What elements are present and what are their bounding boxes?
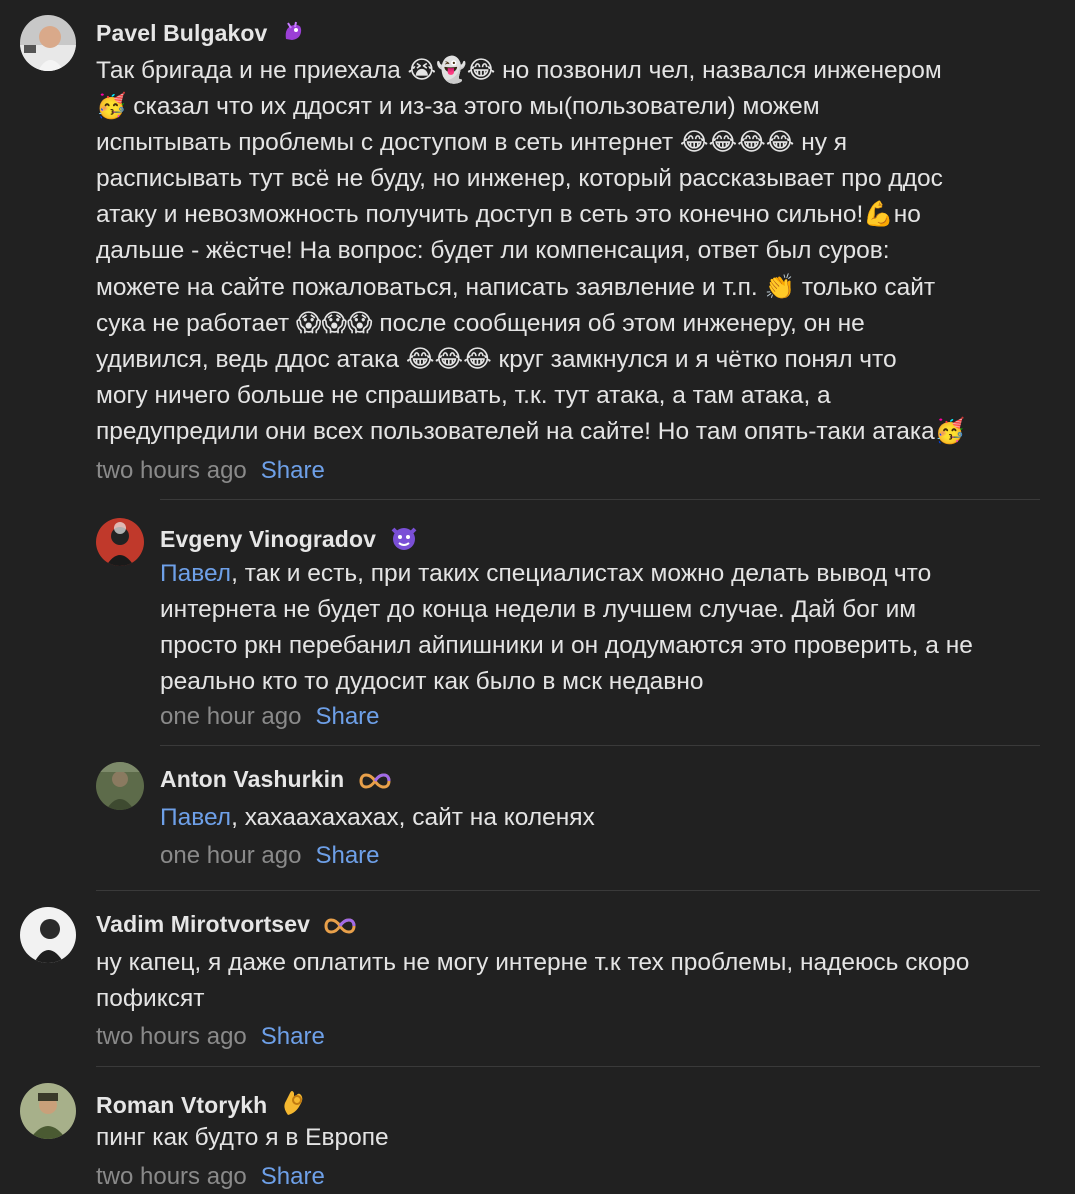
author-name[interactable]: Vadim Mirotvortsev xyxy=(96,911,358,942)
divider xyxy=(160,499,1040,500)
comment-meta: one hour ago Share xyxy=(160,842,380,870)
mention-link[interactable]: Павел xyxy=(160,560,231,587)
comment-meta: one hour ago Share xyxy=(160,703,380,731)
timestamp: one hour ago xyxy=(160,842,302,869)
devil-face-badge-icon xyxy=(389,523,419,557)
author-name[interactable]: Anton Vashurkin xyxy=(160,766,393,797)
timestamp: two hours ago xyxy=(96,1163,247,1190)
infinity-badge-icon xyxy=(322,915,358,942)
comment-meta: two hours ago Share xyxy=(96,1023,325,1051)
comment-text: пинг как будто я в Европе xyxy=(96,1124,389,1151)
avatar[interactable] xyxy=(96,762,144,810)
share-button[interactable]: Share xyxy=(315,842,379,869)
author-name[interactable]: Evgeny Vinogradov xyxy=(160,523,419,557)
timestamp: two hours ago xyxy=(96,457,247,484)
avatar[interactable] xyxy=(20,15,76,71)
comment-text: Павел, так и есть, при таких специалиста… xyxy=(160,560,973,696)
comment-text: Павел, хахаахахахах, сайт на коленях xyxy=(160,804,595,831)
divider xyxy=(96,1066,1040,1067)
timestamp: two hours ago xyxy=(96,1023,247,1050)
share-button[interactable]: Share xyxy=(261,1023,325,1050)
avatar[interactable] xyxy=(20,1083,76,1139)
purple-dragon-badge-icon xyxy=(280,19,306,51)
author-name[interactable]: Pavel Bulgakov xyxy=(96,19,306,51)
mention-link[interactable]: Павел xyxy=(160,804,231,831)
comment-meta: two hours ago Share xyxy=(96,457,325,485)
share-button[interactable]: Share xyxy=(261,457,325,484)
author-name[interactable]: Roman Vtorykh xyxy=(96,1087,308,1123)
share-button[interactable]: Share xyxy=(261,1163,325,1190)
infinity-badge-icon xyxy=(357,770,393,797)
avatar[interactable] xyxy=(20,907,76,963)
divider xyxy=(96,890,1040,891)
ok-hand-badge-icon xyxy=(280,1087,308,1123)
comment-text: Так бригада и не приехала 😭👻😂 но позвони… xyxy=(96,57,966,445)
share-button[interactable]: Share xyxy=(315,703,379,730)
avatar[interactable] xyxy=(96,518,144,566)
timestamp: one hour ago xyxy=(160,703,302,730)
comment-text: ну капец, я даже оплатить не могу интерн… xyxy=(96,949,970,1013)
divider xyxy=(160,745,1040,746)
comment-meta: two hours ago Share xyxy=(96,1163,325,1191)
